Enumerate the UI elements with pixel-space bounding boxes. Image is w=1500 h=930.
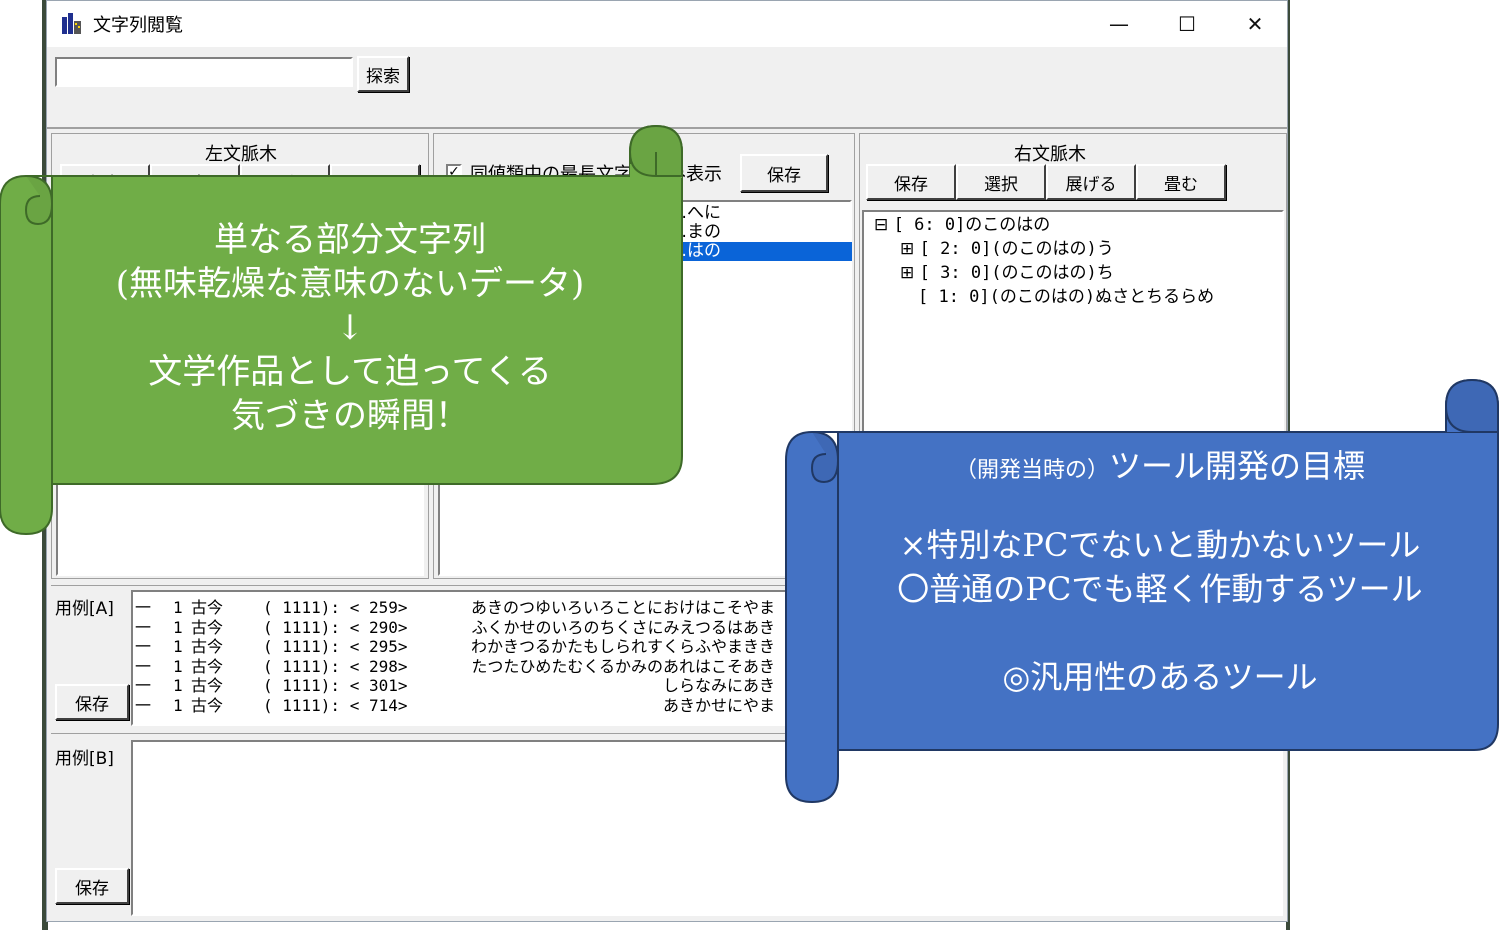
blue-callout-blank-line: [850, 611, 1470, 655]
right-expand-button[interactable]: 展げる: [1046, 164, 1136, 200]
example-cell-b: 1: [173, 637, 183, 656]
green-callout-line: 単なる部分文字列: [214, 220, 486, 260]
examples-b-save-button[interactable]: 保存: [55, 868, 129, 904]
window-title: 文字列閲覧: [93, 15, 183, 36]
example-cell-a: 一: [135, 637, 152, 656]
example-cell-d: ( 1111): < 714>: [263, 695, 408, 715]
example-cell-d: ( 1111): < 290>: [263, 617, 408, 637]
green-callout-line: (無味乾燥な意味のないデータ): [115, 264, 585, 304]
example-cell-d: ( 1111): < 298>: [263, 656, 408, 676]
green-callout-line: 文学作品として迫ってくる: [148, 352, 552, 392]
example-cell-a: 一: [135, 676, 152, 695]
example-cell-text: あきかせにやま: [662, 695, 775, 715]
example-cell-text: しらなみにあき: [662, 676, 775, 695]
example-cell-a: 一: [135, 656, 152, 676]
examples-a-rows: 一 1 古今( 1111): < 259> あきのつゆいろいろことにおけはこそやま一 1…: [135, 598, 835, 720]
blue-callout-heading: （開発当時の）ツール開発の目標: [954, 447, 1366, 485]
example-cell-b: 1: [173, 676, 183, 695]
example-cell-b: 1: [173, 617, 183, 637]
example-cell-a: 一: [135, 617, 152, 637]
maximize-button[interactable]: ☐: [1153, 1, 1221, 47]
maximize-icon: ☐: [1178, 12, 1196, 36]
example-cell-c: 古今: [191, 637, 224, 656]
search-button[interactable]: 探索: [357, 56, 409, 92]
example-cell-d: ( 1111): < 301>: [263, 676, 408, 695]
example-cell-c: 古今: [191, 695, 224, 715]
example-row[interactable]: 一 1 古今 ( 1111): < 714> あきかせにやま: [135, 696, 785, 716]
example-row[interactable]: 一 1 古今 ( 1111): < 290> ふくかせのいろのちくさにみえつるはあき: [135, 618, 785, 638]
green-callout-arrow: ↓: [335, 308, 365, 348]
example-cell-c: 古今: [191, 676, 224, 695]
middle-save-button[interactable]: 保存: [740, 154, 828, 192]
example-cell-text: あきのつゆいろいろことにおけはこそやま: [470, 598, 775, 617]
close-icon: ✕: [1246, 12, 1264, 36]
blue-callout-text: （開発当時の）ツール開発の目標 ×特別なPCでないと動かないツール 〇普通のPC…: [850, 444, 1470, 699]
example-cell-b: 1: [173, 656, 183, 676]
expand-icon[interactable]: ⊞: [900, 263, 914, 283]
minimize-button[interactable]: —: [1085, 1, 1153, 47]
list-item-selected[interactable]: …はの: [666, 242, 852, 261]
blue-callout-line: ×特別なPCでないと動かないツール: [899, 526, 1421, 564]
example-cell-c: 古今: [191, 656, 224, 676]
tree-node[interactable]: [ 1: 0](のこのはの)ぬさとちるらめ: [918, 286, 1214, 310]
title-bar: 文字列閲覧 — ☐ ✕: [47, 1, 1287, 47]
expand-icon[interactable]: ⊞: [900, 239, 914, 259]
example-cell-b: 1: [173, 695, 183, 715]
examples-b-label: 用例[B]: [55, 749, 114, 769]
close-button[interactable]: ✕: [1221, 1, 1289, 47]
collapse-icon[interactable]: ⊟: [874, 215, 888, 235]
right-collapse-button[interactable]: 畳む: [1136, 164, 1226, 200]
right-save-button[interactable]: 保存: [866, 164, 956, 200]
tree-node[interactable]: ⊞ [ 3: 0](のこのはの)ち: [900, 262, 1114, 286]
search-input[interactable]: [55, 57, 353, 87]
tree-node-root[interactable]: ⊟ [ 6: 0]のこのはの: [874, 214, 1050, 238]
example-cell-text: わかきつるかたもしられすくらふやまきき: [470, 637, 775, 656]
example-cell-d: ( 1111): < 259>: [263, 598, 408, 617]
example-cell-c: 古今: [191, 598, 224, 617]
examples-a-save-button[interactable]: 保存: [55, 684, 129, 720]
example-cell-a: 一: [135, 695, 152, 715]
example-row[interactable]: 一 1 古今 ( 1111): < 301> しらなみにあき: [135, 676, 785, 696]
green-callout-line: 気づきの瞬間！: [231, 396, 469, 436]
app-building-icon: [62, 13, 81, 34]
green-callout-text: 単なる部分文字列 (無味乾燥な意味のないデータ) ↓ 文学作品として迫ってくる …: [60, 218, 640, 438]
right-tree-title: 右文脈木: [1014, 144, 1086, 165]
tree-nodes: ⊟ [ 6: 0]のこのはの ⊞ [ 2: 0](のこのはの)う ⊞ [ 3: …: [874, 214, 1284, 314]
minimize-icon: —: [1109, 12, 1129, 36]
example-row[interactable]: 一 1 古今 ( 1111): < 259> あきのつゆいろいろことにおけはこそやま: [135, 598, 785, 618]
example-cell-c: 古今: [191, 617, 224, 637]
example-cell-text: たつたひめたむくるかみのあれはこそあき: [471, 656, 775, 676]
blue-callout-line: 〇普通のPCでも軽く作動するツール: [897, 570, 1423, 608]
blue-callout-line: ◎汎用性のあるツール: [1002, 658, 1318, 696]
tree-node[interactable]: ⊞ [ 2: 0](のこのはの)う: [900, 238, 1114, 262]
example-cell-b: 1: [173, 598, 183, 617]
examples-a-label: 用例[A]: [55, 599, 114, 619]
example-cell-a: 一: [135, 598, 152, 617]
example-cell-d: ( 1111): < 295>: [263, 637, 408, 656]
example-row[interactable]: 一 1 古今 ( 1111): < 298> たつたひめたむくるかみのあれはこそあき: [135, 657, 785, 677]
right-select-button[interactable]: 選択: [956, 164, 1046, 200]
example-cell-text: ふくかせのいろのちくさにみえつるはあき: [471, 617, 775, 637]
example-row[interactable]: 一 1 古今 ( 1111): < 295> わかきつるかたもしられすくらふやまきき: [135, 637, 785, 657]
